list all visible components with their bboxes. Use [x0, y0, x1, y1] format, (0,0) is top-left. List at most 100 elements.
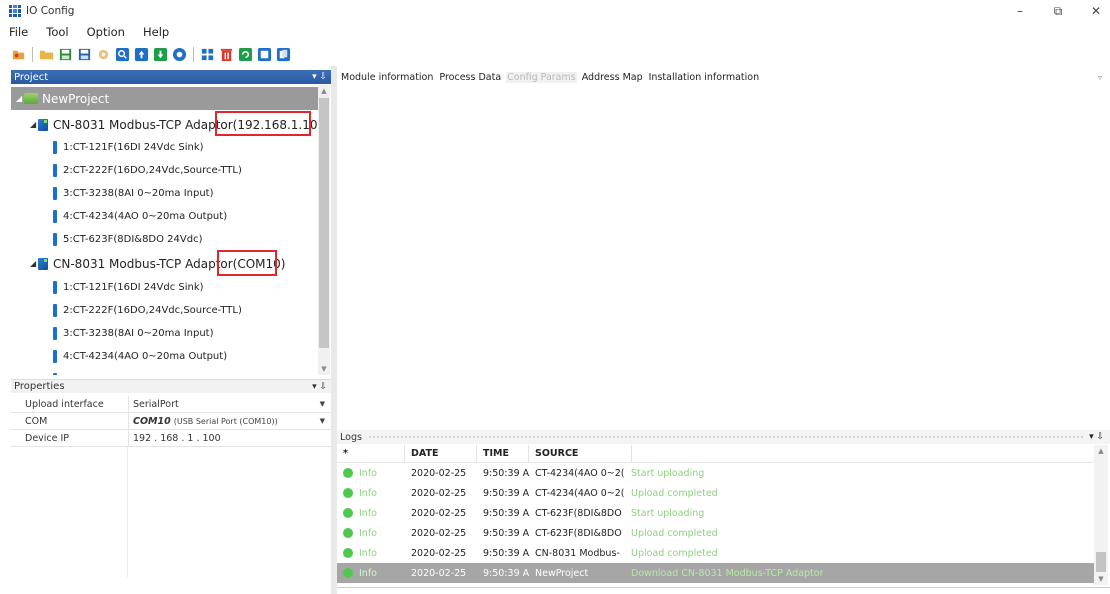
toolbar-separator	[32, 46, 33, 62]
adaptor-label: CN-8031 Modbus-TCP Adaptor(192.168.1.100…	[53, 117, 318, 132]
copy-icon[interactable]	[275, 46, 292, 63]
close-button[interactable]: ✕	[1082, 0, 1110, 22]
module-label: 4:CT-4234(4AO 0~20ma Output)	[63, 211, 228, 222]
scroll-thumb[interactable]	[1096, 552, 1106, 572]
scroll-down-icon[interactable]: ▼	[318, 363, 330, 375]
log-time: 9:50:39 A	[483, 527, 530, 539]
tree-adaptor-node[interactable]: ◢ CN-8031 Modbus-TCP Adaptor(192.168.1.1…	[11, 113, 318, 136]
log-level: Info	[359, 547, 377, 559]
save-as-icon[interactable]	[76, 46, 93, 63]
log-row[interactable]: Info 2020-02-25 9:50:39 A CT-4234(4AO 0~…	[337, 463, 1094, 483]
refresh-icon[interactable]	[237, 46, 254, 63]
grid-icon[interactable]	[199, 46, 216, 63]
column-header-date[interactable]: DATE	[411, 448, 483, 459]
window-title: IO Config	[26, 5, 75, 17]
folder-icon[interactable]	[38, 46, 55, 63]
log-time: 9:50:39 A	[483, 487, 530, 499]
module-icon	[53, 187, 57, 200]
column-divider[interactable]	[631, 445, 632, 463]
device-ip-field[interactable]: 192 . 168 . 1 . 100	[128, 429, 331, 447]
log-row[interactable]: Info 2020-02-25 9:50:39 A CT-4234(4AO 0~…	[337, 483, 1094, 503]
column-header-level[interactable]: *	[337, 448, 411, 459]
tree-module-node[interactable]: 4:CT-4234(4AO 0~20ma Output)	[11, 345, 227, 368]
menu-option[interactable]: Option	[87, 25, 125, 39]
scroll-thumb[interactable]	[319, 98, 329, 348]
module-icon	[53, 350, 57, 363]
scroll-up-icon[interactable]: ▲	[1094, 445, 1108, 457]
tab-bar: Module information Process Data Config P…	[340, 70, 1110, 84]
tree-module-node[interactable]: 5:CT-623F(8DI&8DO 24Vdc)	[11, 228, 203, 251]
search-icon[interactable]	[114, 46, 131, 63]
download-icon[interactable]	[152, 46, 169, 63]
menu-help[interactable]: Help	[143, 25, 169, 39]
tree-adaptor-node[interactable]: ◢ CN-8031 Modbus-TCP Adaptor(COM10)	[11, 252, 286, 275]
collapse-arrow-icon[interactable]: ◢	[30, 120, 38, 129]
tree-module-node[interactable]: 4:CT-4234(4AO 0~20ma Output)	[11, 205, 227, 228]
properties-panel-header: Properties ▾ ⇩	[11, 379, 331, 393]
settings-icon[interactable]	[95, 46, 112, 63]
collapse-arrow-icon[interactable]: ◢	[30, 259, 38, 268]
log-row[interactable]: Info 2020-02-25 9:50:39 A CN-8031 Modbus…	[337, 543, 1094, 563]
tree-root-node[interactable]: ◢ NewProject	[11, 87, 318, 110]
tab-module-information[interactable]: Module information	[340, 72, 434, 83]
column-divider[interactable]	[476, 445, 477, 463]
log-row[interactable]: Info 2020-02-25 9:50:39 A CT-623F(8DI&8D…	[337, 523, 1094, 543]
column-header-source[interactable]: SOURCE	[535, 448, 631, 459]
collapse-arrow-icon[interactable]: ◢	[16, 94, 24, 103]
tab-config-params[interactable]: Config Params	[506, 71, 577, 83]
log-message: Start uploading	[631, 507, 705, 519]
log-level: Info	[359, 567, 377, 579]
panel-pin-icon[interactable]: ▾ ⇩	[1089, 432, 1104, 442]
module-icon	[53, 210, 57, 223]
restore-button[interactable]: ⧉	[1044, 0, 1072, 22]
log-row[interactable]: Info 2020-02-25 9:50:39 A CT-623F(8DI&8D…	[337, 503, 1094, 523]
column-divider[interactable]	[404, 445, 405, 463]
menu-file[interactable]: File	[9, 25, 28, 39]
tree-root-label: NewProject	[42, 91, 110, 106]
scroll-up-icon[interactable]: ▲	[318, 85, 330, 97]
info-icon[interactable]	[171, 46, 188, 63]
tab-address-map[interactable]: Address Map	[581, 72, 644, 83]
logs-scrollbar[interactable]: ▲ ▼	[1094, 445, 1108, 585]
log-row-selected[interactable]: Info 2020-02-25 9:50:39 A NewProject Dow…	[337, 563, 1094, 583]
tab-installation-information[interactable]: Installation information	[648, 72, 760, 83]
chevron-down-icon[interactable]: ▼	[320, 417, 325, 425]
delete-icon[interactable]	[218, 46, 235, 63]
logs-header-row: * DATE TIME SOURCE	[337, 445, 1094, 463]
panel-pin-icon[interactable]: ▾ ⇩	[312, 382, 327, 392]
property-key: COM	[25, 415, 48, 427]
log-message: Start uploading	[631, 467, 705, 479]
column-divider[interactable]	[528, 445, 529, 463]
com-port-description: (USB Serial Port (COM10))	[173, 416, 278, 426]
tab-list-icon[interactable]: ▿	[1098, 73, 1102, 82]
minimize-button[interactable]: –	[1006, 0, 1034, 22]
adaptor-label: CN-8031 Modbus-TCP Adaptor(COM10)	[53, 256, 286, 271]
tree-module-node[interactable]: 3:CT-3238(8AI 0~20ma Input)	[11, 322, 214, 345]
tree-module-node[interactable]: 1:CT-121F(16DI 24Vdc Sink)	[11, 276, 204, 299]
chevron-down-icon[interactable]: ▼	[320, 400, 325, 408]
drag-grip[interactable]	[367, 434, 1084, 440]
log-level-cell: Info	[337, 468, 411, 479]
module-icon	[53, 373, 57, 375]
export-icon[interactable]	[256, 46, 273, 63]
menu-tool[interactable]: Tool	[46, 25, 68, 39]
tab-process-data[interactable]: Process Data	[438, 72, 502, 83]
log-date: 2020-02-25	[411, 507, 467, 519]
logs-panel-header: Logs ▾ ⇩	[337, 430, 1110, 444]
tree-module-node[interactable]: 1:CT-121F(16DI 24Vdc Sink)	[11, 136, 204, 159]
tree-scrollbar[interactable]: ▲ ▼	[318, 85, 330, 375]
save-icon[interactable]	[57, 46, 74, 63]
tree-module-node[interactable]: 2:CT-222F(16DO,24Vdc,Source-TTL)	[11, 299, 242, 322]
tree-module-node-partial[interactable]	[11, 368, 63, 375]
module-label: 3:CT-3238(8AI 0~20ma Input)	[63, 188, 214, 199]
tree-module-node[interactable]: 3:CT-3238(8AI 0~20ma Input)	[11, 182, 214, 205]
open-icon[interactable]	[10, 46, 27, 63]
log-date: 2020-02-25	[411, 527, 467, 539]
upload-interface-select[interactable]: SerialPort ▼	[128, 395, 331, 413]
log-source: CT-4234(4AO 0~2(	[535, 467, 625, 479]
com-port-select[interactable]: COM10 (USB Serial Port (COM10)) ▼	[128, 412, 331, 430]
scroll-down-icon[interactable]: ▼	[1094, 573, 1108, 585]
panel-pin-icon[interactable]: ▾ ⇩	[312, 72, 327, 82]
tree-module-node[interactable]: 2:CT-222F(16DO,24Vdc,Source-TTL)	[11, 159, 242, 182]
upload-icon[interactable]	[133, 46, 150, 63]
